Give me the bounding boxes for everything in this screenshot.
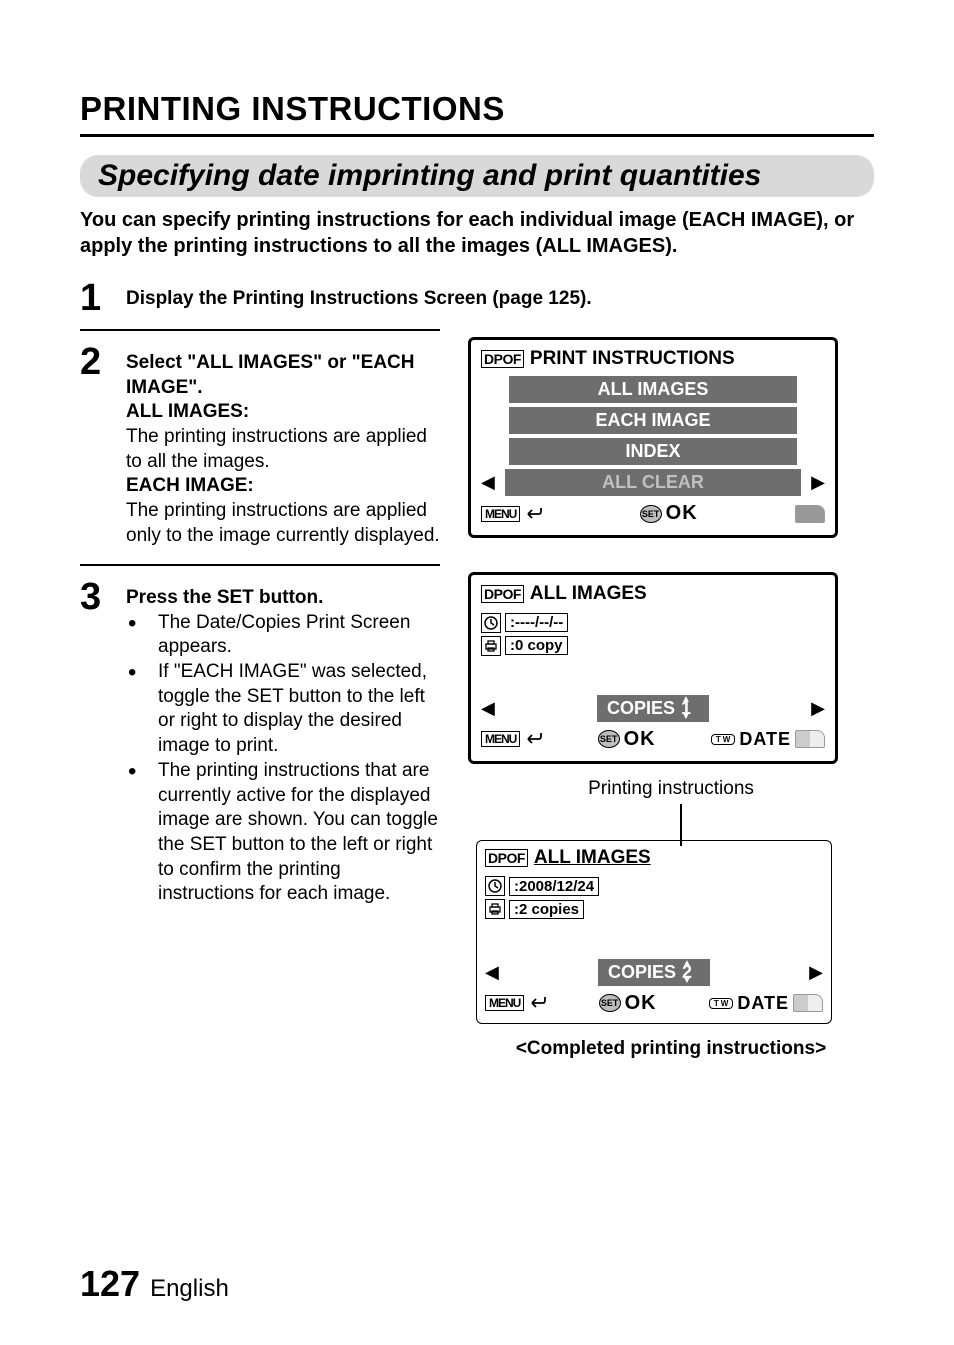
copies-selector[interactable]: COPIES ▲ 1 ▼ xyxy=(597,695,709,722)
left-arrow-icon[interactable]: ◀ xyxy=(485,962,499,983)
menu-button[interactable]: MENU xyxy=(485,995,524,1011)
step-rule xyxy=(80,329,440,331)
page-footer: 127 English xyxy=(80,1263,229,1305)
date-value: :----/--/-- xyxy=(505,613,568,632)
card-icon xyxy=(795,730,825,748)
step-3: 3 Press the SET button. The Date/Copies … xyxy=(80,578,440,907)
step-number: 1 xyxy=(80,279,126,317)
left-arrow-icon[interactable]: ◀ xyxy=(481,472,495,493)
date-label: DATE xyxy=(737,993,789,1014)
step-3-bullet-3: The printing instructions that are curre… xyxy=(144,759,440,907)
each-image-desc: The printing instructions are applied on… xyxy=(126,499,440,548)
title-rule xyxy=(80,134,874,137)
menu-button[interactable]: MENU xyxy=(481,506,520,522)
back-icon xyxy=(526,732,542,746)
step-rule xyxy=(80,564,440,566)
camera-screen-copies-blank: DPOF ALL IMAGES :----/--/-- :0 copy ◀ CO… xyxy=(468,572,838,764)
intro-text: You can specify printing instructions fo… xyxy=(80,207,874,259)
date-button[interactable]: TW xyxy=(711,734,735,745)
copies-selector[interactable]: COPIES ▲ 2 ▼ xyxy=(598,959,710,986)
card-icon xyxy=(793,994,823,1012)
ok-label: OK xyxy=(666,502,698,525)
page-number: 127 xyxy=(80,1263,140,1305)
step-3-bullet-1: The Date/Copies Print Screen appears. xyxy=(144,611,440,660)
screen-title: ALL IMAGES xyxy=(530,583,647,605)
ok-label: OK xyxy=(624,728,656,751)
date-label: DATE xyxy=(739,729,791,750)
copies-value: :2 copies xyxy=(509,900,584,919)
camera-screen-menu: DPOF PRINT INSTRUCTIONS ALL IMAGES EACH … xyxy=(468,337,838,538)
dpof-badge: DPOF xyxy=(481,350,524,368)
card-icon xyxy=(795,505,825,523)
right-arrow-icon[interactable]: ▶ xyxy=(809,962,823,983)
step-1: 1 Display the Printing Instructions Scre… xyxy=(80,279,874,317)
subheading: Specifying date imprinting and print qua… xyxy=(98,159,856,193)
menu-item-each-image[interactable]: EACH IMAGE xyxy=(509,407,797,434)
menu-item-all-clear[interactable]: ALL CLEAR xyxy=(505,469,801,496)
right-arrow-icon[interactable]: ▶ xyxy=(811,472,825,493)
step-3-bullet-2: If "EACH IMAGE" was selected, toggle the… xyxy=(144,660,440,759)
date-button[interactable]: TW xyxy=(709,998,733,1009)
copies-label: COPIES xyxy=(607,698,675,719)
back-icon xyxy=(526,507,542,521)
step-number: 3 xyxy=(80,578,126,616)
down-arrow-icon: ▼ xyxy=(681,714,691,720)
set-button[interactable]: SET xyxy=(598,730,620,748)
back-icon xyxy=(530,996,546,1010)
completed-caption: <Completed printing instructions> xyxy=(468,1038,874,1061)
page-language: English xyxy=(150,1275,229,1303)
right-arrow-icon[interactable]: ▶ xyxy=(811,698,825,719)
all-images-label: ALL IMAGES: xyxy=(126,400,440,425)
clock-icon xyxy=(481,613,501,633)
menu-item-index[interactable]: INDEX xyxy=(509,438,797,465)
clock-icon xyxy=(485,876,505,896)
menu-item-all-images[interactable]: ALL IMAGES xyxy=(509,376,797,403)
copies-value: :0 copy xyxy=(505,636,568,655)
dpof-badge: DPOF xyxy=(481,585,524,603)
step-2-lead: Select "ALL IMAGES" or "EACH IMAGE". xyxy=(126,351,440,400)
set-button[interactable]: SET xyxy=(599,994,621,1012)
screen-title: PRINT INSTRUCTIONS xyxy=(530,348,735,370)
menu-button[interactable]: MENU xyxy=(481,731,520,747)
step-2: 2 Select "ALL IMAGES" or "EACH IMAGE". A… xyxy=(80,343,440,549)
copies-label: COPIES xyxy=(608,962,676,983)
ok-label: OK xyxy=(625,992,657,1015)
date-value: :2008/12/24 xyxy=(509,877,599,896)
all-images-desc: The printing instructions are applied to… xyxy=(126,425,440,474)
left-arrow-icon[interactable]: ◀ xyxy=(481,698,495,719)
printing-instructions-callout: Printing instructions xyxy=(468,778,874,800)
step-1-text: Display the Printing Instructions Screen… xyxy=(126,288,592,309)
printer-icon xyxy=(481,636,501,656)
dpof-badge: DPOF xyxy=(485,849,528,867)
each-image-label: EACH IMAGE: xyxy=(126,474,440,499)
subheading-pill: Specifying date imprinting and print qua… xyxy=(80,155,874,197)
step-3-lead: Press the SET button. xyxy=(126,586,440,611)
callout-line xyxy=(468,816,874,840)
page-title: PRINTING INSTRUCTIONS xyxy=(80,90,874,128)
step-number: 2 xyxy=(80,343,126,381)
down-arrow-icon: ▼ xyxy=(682,978,692,984)
screen-title: ALL IMAGES xyxy=(534,847,651,869)
camera-screen-copies-filled: DPOF ALL IMAGES :2008/12/24 :2 copies ◀ … xyxy=(476,840,832,1024)
printer-icon xyxy=(485,899,505,919)
set-button[interactable]: SET xyxy=(640,505,662,523)
